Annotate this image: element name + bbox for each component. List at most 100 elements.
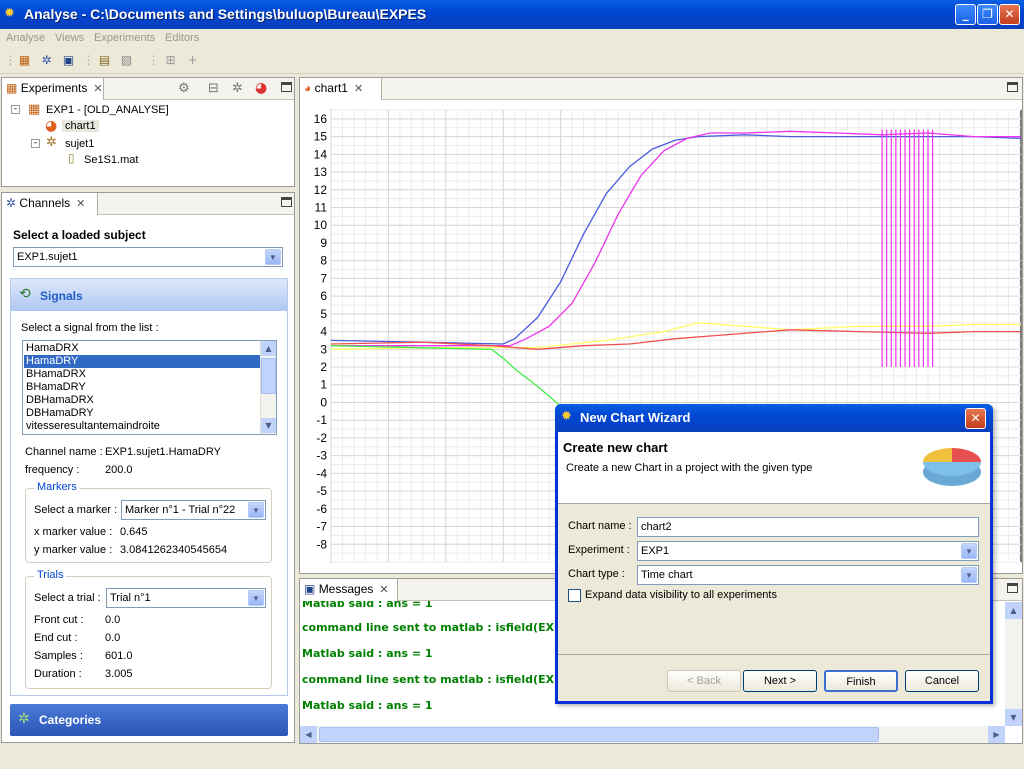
duration-value: 3.005 bbox=[105, 668, 133, 680]
collapse-icon[interactable]: ⊟ bbox=[208, 81, 219, 96]
signal-list[interactable]: HamaDRX HamaDRY BHamaDRX BHamaDRY DBHamaDRX D… bbox=[22, 340, 277, 435]
samples-value: 601.0 bbox=[105, 650, 133, 662]
marker-combo[interactable]: Marker n°1 - Trial n°22 ▼ bbox=[121, 500, 266, 520]
wizard-title-bar[interactable]: ✹ New Chart Wizard ✕ bbox=[555, 404, 993, 432]
x-tick-label: 0,00 bbox=[319, 571, 343, 573]
signal-list-item[interactable]: HamaDRY bbox=[24, 355, 260, 368]
messages-scrollbar-vertical[interactable]: ▲ ▼ bbox=[1005, 602, 1022, 726]
tab-messages[interactable]: ▣ Messages ✕ bbox=[300, 579, 398, 601]
grid-icon[interactable]: ⊞ bbox=[162, 52, 179, 69]
finish-button[interactable]: Finish bbox=[824, 670, 898, 692]
export-icon[interactable]: ▧ bbox=[118, 52, 135, 69]
wizard-banner: Create new chart Create a new Chart in a… bbox=[558, 432, 990, 504]
close-tab-icon[interactable]: ✕ bbox=[76, 198, 85, 210]
signal-list-item[interactable]: vitesseresultantemaindroite bbox=[24, 420, 260, 433]
markers-group: Markers Select a marker : Marker n°1 - T… bbox=[25, 481, 272, 563]
close-icon[interactable]: ✕ bbox=[999, 4, 1020, 25]
experiment-icon[interactable]: ▦ bbox=[16, 52, 33, 69]
signal-list-item[interactable]: DBHamaDRY bbox=[24, 407, 260, 420]
channel-name-value: EXP1.sujet1.HamaDRY bbox=[105, 446, 221, 458]
minimize-icon[interactable]: _ bbox=[955, 4, 976, 25]
y-tick-label: 7 bbox=[320, 271, 327, 285]
close-tab-icon[interactable]: ✕ bbox=[354, 83, 363, 95]
experiment-combo[interactable]: EXP1 ▼ bbox=[637, 541, 979, 561]
scroll-thumb[interactable] bbox=[261, 358, 276, 394]
close-tab-icon[interactable]: ✕ bbox=[93, 83, 102, 95]
tab-chart1[interactable]: ◕ chart1 ✕ bbox=[300, 78, 382, 100]
chart-name-input[interactable]: chart2 bbox=[637, 517, 979, 537]
window-title-bar[interactable]: ✹ Analyse - C:\Documents and Settings\bu… bbox=[0, 0, 1024, 29]
signal-list-item[interactable]: DBHamaDRX bbox=[24, 394, 260, 407]
close-icon[interactable]: ✕ bbox=[965, 408, 986, 429]
list-scrollbar[interactable]: ▲ ▼ bbox=[260, 341, 276, 434]
tree-item-exp1[interactable]: EXP1 - [OLD_ANALYSE] bbox=[46, 104, 169, 116]
wizard-title: New Chart Wizard bbox=[580, 410, 691, 425]
minimize-view-icon[interactable] bbox=[1007, 583, 1018, 593]
x-tick-label: 0,25 bbox=[377, 571, 401, 573]
add-icon[interactable]: + bbox=[184, 52, 201, 69]
y-tick-label: 4 bbox=[320, 325, 327, 339]
subject-combo[interactable]: EXP1.sujet1 ▼ bbox=[13, 247, 283, 267]
scroll-down-icon[interactable]: ▼ bbox=[261, 418, 276, 433]
tab-channels[interactable]: ✲ Channels ✕ bbox=[2, 193, 98, 215]
separator-icon: ⋮ bbox=[147, 53, 160, 67]
minimize-view-icon[interactable] bbox=[281, 197, 292, 207]
subject-icon[interactable]: ✲ bbox=[38, 52, 55, 69]
scroll-up-icon[interactable]: ▲ bbox=[261, 341, 276, 356]
close-tab-icon[interactable]: ✕ bbox=[379, 584, 388, 596]
chart-icon[interactable]: ◕ bbox=[255, 80, 267, 96]
tab-chart1-label: chart1 bbox=[314, 81, 348, 95]
back-button[interactable]: < Back bbox=[667, 670, 741, 692]
y-tick-label: 6 bbox=[320, 289, 327, 303]
categories-header[interactable]: ✲ Categories bbox=[10, 704, 288, 736]
messages-scrollbar-horizontal[interactable]: ◀ ▶ bbox=[300, 726, 1005, 743]
scroll-left-icon[interactable]: ◀ bbox=[300, 726, 317, 743]
signal-list-item[interactable]: BHamaDRY bbox=[24, 381, 260, 394]
scroll-down-icon[interactable]: ▼ bbox=[1005, 709, 1022, 726]
trial-combo[interactable]: Trial n°1 ▼ bbox=[106, 588, 266, 608]
expand-checkbox[interactable] bbox=[568, 589, 581, 602]
cancel-button[interactable]: Cancel bbox=[905, 670, 979, 692]
chevron-down-icon[interactable]: ▼ bbox=[961, 543, 977, 559]
signal-list-item[interactable]: HamaDRX bbox=[24, 342, 260, 355]
chart-name-value: chart2 bbox=[641, 521, 672, 533]
tree-item-mat-file[interactable]: Se1S1.mat bbox=[84, 154, 138, 166]
app-icon: ✹ bbox=[561, 409, 572, 424]
y-tick-label: 10 bbox=[314, 218, 328, 232]
chevron-down-icon[interactable]: ▼ bbox=[248, 590, 264, 606]
experiment-icon: ▦ bbox=[28, 102, 41, 117]
menu-analyse[interactable]: Analyse bbox=[6, 32, 45, 44]
tree-item-chart1[interactable]: chart1 bbox=[62, 120, 99, 132]
menu-experiments[interactable]: Experiments bbox=[94, 32, 155, 44]
chevron-down-icon[interactable]: ▼ bbox=[961, 567, 977, 583]
scroll-thumb[interactable] bbox=[319, 727, 879, 742]
markers-group-label: Markers bbox=[34, 481, 80, 493]
tab-experiments[interactable]: ▦ Experiments ✕ bbox=[2, 78, 104, 100]
menu-views[interactable]: Views bbox=[55, 32, 84, 44]
signals-header[interactable]: ⟲ Signals bbox=[11, 279, 287, 311]
y-tick-label: 8 bbox=[320, 254, 327, 268]
select-trial-label: Select a trial : bbox=[34, 592, 101, 604]
y-tick-label: -7 bbox=[316, 520, 327, 534]
minimize-view-icon[interactable] bbox=[281, 82, 292, 92]
scroll-right-icon[interactable]: ▶ bbox=[988, 726, 1005, 743]
x-tick-label: 0,50 bbox=[434, 571, 458, 573]
signal-list-item[interactable]: BHamaDRX bbox=[24, 368, 260, 381]
collapse-node-icon[interactable]: - bbox=[31, 139, 40, 148]
chevron-down-icon[interactable]: ▼ bbox=[265, 249, 281, 265]
monitor-icon[interactable]: ▣ bbox=[60, 52, 77, 69]
tree-item-sujet1[interactable]: sujet1 bbox=[65, 138, 94, 150]
restore-icon[interactable]: ❐ bbox=[977, 4, 998, 25]
chevron-down-icon[interactable]: ▼ bbox=[248, 502, 264, 518]
collapse-node-icon[interactable]: - bbox=[11, 105, 20, 114]
y-tick-label: -6 bbox=[316, 502, 327, 516]
subject-icon: ✲ bbox=[46, 135, 57, 150]
filter-icon[interactable]: ✲ bbox=[232, 81, 243, 96]
scroll-up-icon[interactable]: ▲ bbox=[1005, 602, 1022, 619]
next-button[interactable]: Next > bbox=[743, 670, 817, 692]
chart-type-combo[interactable]: Time chart ▼ bbox=[637, 565, 979, 585]
menu-editors[interactable]: Editors bbox=[165, 32, 199, 44]
import-icon[interactable]: ▤ bbox=[96, 52, 113, 69]
minimize-view-icon[interactable] bbox=[1007, 82, 1018, 92]
sync-icon[interactable]: ⚙ bbox=[178, 81, 190, 96]
